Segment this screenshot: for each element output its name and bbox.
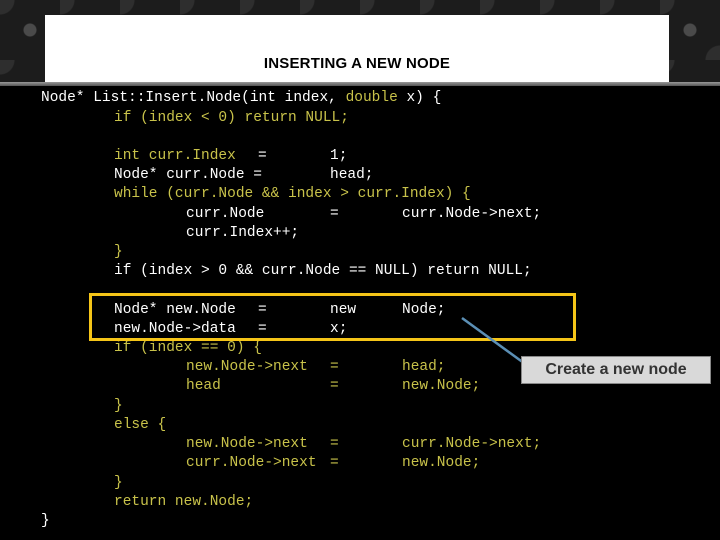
callout-pointer-line — [461, 316, 529, 368]
callout-label: Create a new node — [521, 356, 711, 384]
pointer-line — [461, 316, 529, 368]
